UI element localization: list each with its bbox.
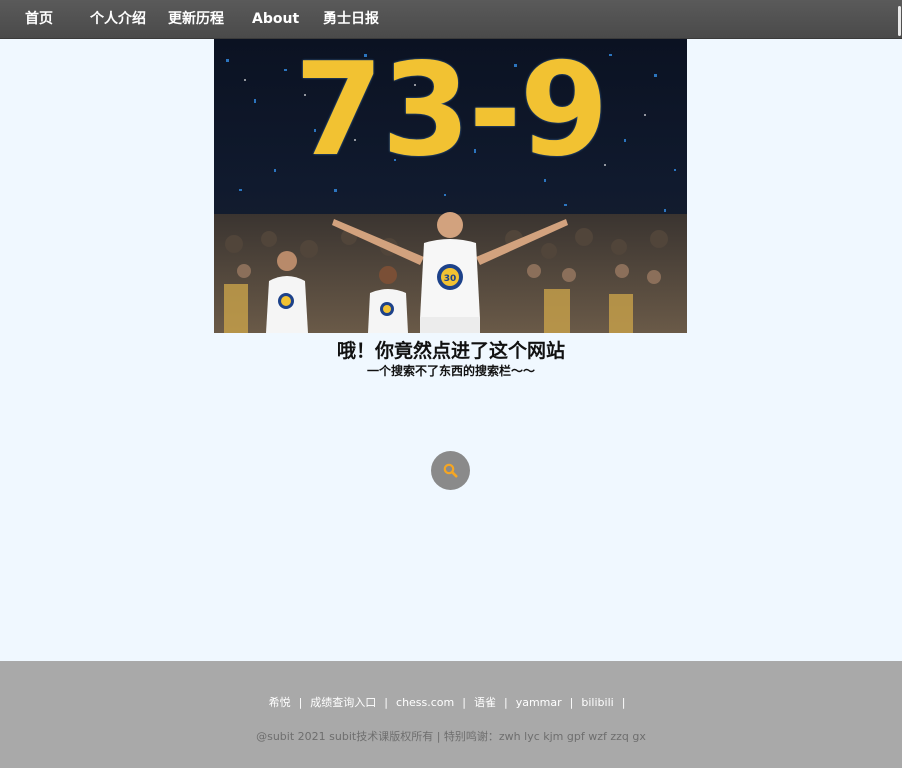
nav-warriors-daily[interactable]: 勇士日报 [323, 0, 379, 38]
footer-separator: | [384, 696, 389, 709]
footer-separator: | [298, 696, 303, 709]
footer-separator: | [462, 696, 466, 709]
footer-separator: | [569, 696, 574, 709]
hero-score-text: 73-9 [294, 39, 608, 185]
footer-link-bilibili[interactable]: bilibili [581, 696, 613, 709]
footer-link-yammar[interactable]: yammar [516, 696, 562, 709]
search-icon [443, 463, 458, 478]
footer-links: 希悦 | 成绩查询入口 | chess.com | 语雀 | yammar | bilibili | [0, 694, 902, 710]
nav-changelog[interactable]: 更新历程 [168, 0, 224, 38]
footer-link-grades[interactable]: 成绩查询入口 [310, 696, 376, 709]
footer-link-xiyue[interactable]: 希悦 [269, 696, 291, 709]
nav-profile[interactable]: 个人介绍 [90, 0, 146, 38]
search-button[interactable] [431, 451, 470, 490]
footer-separator: | [503, 696, 508, 709]
nav-about[interactable]: About [252, 0, 299, 38]
hero-image: 30 73-9 [214, 39, 687, 333]
scrollbar-thumb[interactable] [898, 6, 901, 36]
footer-link-chess[interactable]: chess.com [396, 696, 454, 709]
page-headline: 哦！你竟然点进了这个网站 [336, 340, 565, 362]
footer-link-yuque[interactable]: 语雀 [474, 696, 496, 709]
nav-home[interactable]: 首页 [25, 0, 53, 38]
page-footer: 希悦 | 成绩查询入口 | chess.com | 语雀 | yammar | bilibili | … [0, 661, 902, 768]
jersey-number: 30 [444, 274, 457, 284]
footer-separator: | [621, 696, 626, 709]
footer-copyright: @subit 2021 subit技术课版权所有 | 特别鸣谢：zwh lyc … [256, 730, 646, 743]
top-navbar: 首页 个人介绍 更新历程 About 勇士日报 [0, 0, 902, 39]
page-subheadline: 一个搜索不了东西的搜索栏～～ [366, 364, 535, 378]
